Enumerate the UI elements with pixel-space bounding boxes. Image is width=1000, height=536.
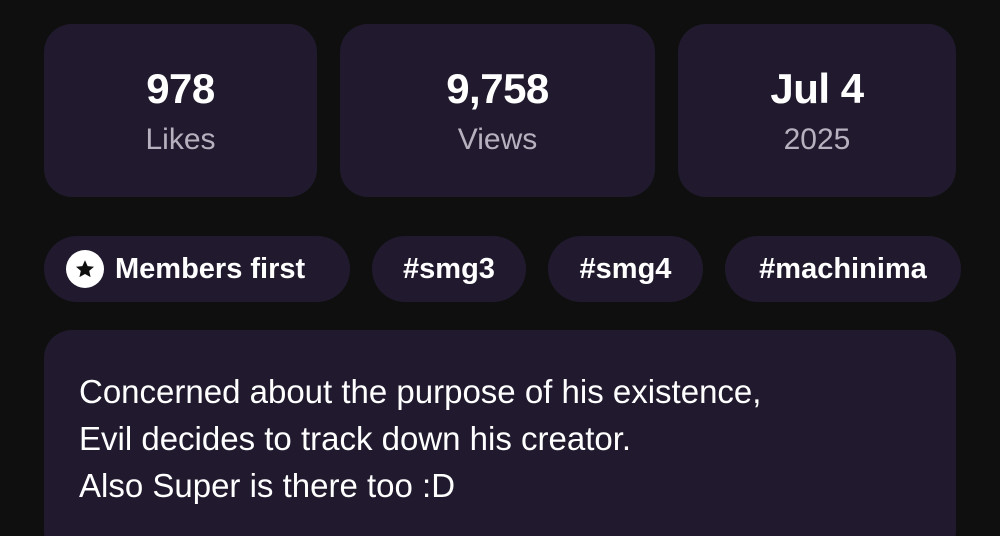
members-first-label: Members first <box>115 252 306 285</box>
hashtag-chip[interactable]: #smg4 <box>548 236 703 302</box>
chips-row: Members first #smg3 #smg4 #machinima <box>44 236 964 302</box>
hashtag-chip[interactable]: #smg3 <box>372 236 526 302</box>
views-label: Views <box>457 122 538 156</box>
likes-label: Likes <box>145 122 216 156</box>
description-line: Evil decides to track down his creator. <box>79 420 632 457</box>
hashtag-chip[interactable]: #machinima <box>725 236 961 302</box>
description-box[interactable]: Concerned about the purpose of his exist… <box>44 330 956 536</box>
stats-row: 978 Likes 9,758 Views Jul 4 2025 <box>44 24 956 197</box>
video-details-panel: 978 Likes 9,758 Views Jul 4 2025 Members… <box>0 0 1000 536</box>
views-count: 9,758 <box>446 64 549 112</box>
members-first-chip[interactable]: Members first <box>44 236 350 302</box>
star-icon <box>66 250 104 288</box>
publish-year: 2025 <box>783 122 851 156</box>
description-line: Concerned about the purpose of his exist… <box>79 373 762 410</box>
description-line: Also Super is there too :D <box>79 467 456 504</box>
views-stat[interactable]: 9,758 Views <box>340 24 655 197</box>
date-stat[interactable]: Jul 4 2025 <box>678 24 956 197</box>
likes-stat[interactable]: 978 Likes <box>44 24 317 197</box>
publish-date: Jul 4 <box>770 64 864 112</box>
likes-count: 978 <box>146 64 215 112</box>
